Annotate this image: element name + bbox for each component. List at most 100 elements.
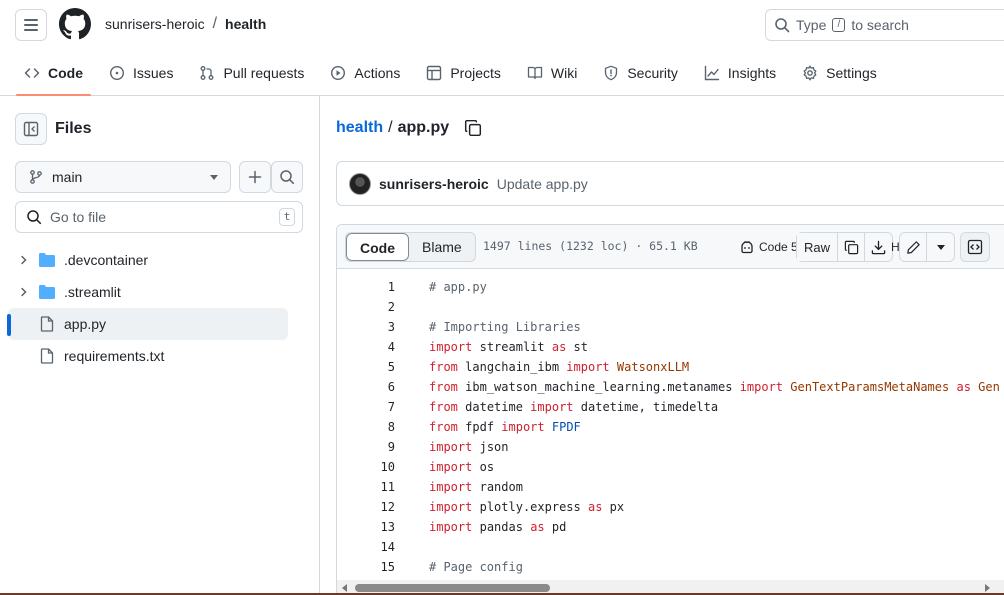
search-input[interactable]: Type / to search — [765, 9, 1004, 41]
chevron-right-icon[interactable] — [16, 254, 32, 266]
pencil-icon — [906, 240, 920, 254]
repo-name-link[interactable]: health — [225, 16, 266, 32]
book-icon — [527, 66, 543, 80]
line-number[interactable]: 9 — [337, 440, 395, 454]
tab-actions[interactable]: Actions — [322, 58, 408, 88]
symbols-panel-button[interactable] — [960, 232, 990, 262]
tab-insights[interactable]: Insights — [696, 58, 784, 88]
raw-button[interactable]: Raw — [797, 233, 838, 261]
line-number[interactable]: 11 — [337, 480, 395, 494]
hamburger-icon — [24, 19, 38, 21]
line-number[interactable]: 1 — [337, 280, 395, 294]
go-to-file-input[interactable]: Go to file t — [15, 201, 303, 233]
line-number[interactable]: 12 — [337, 500, 395, 514]
folder-icon — [38, 252, 56, 268]
scroll-right-arrow-icon[interactable] — [985, 584, 990, 592]
tab-code[interactable]: Code — [16, 58, 91, 96]
line-number[interactable]: 13 — [337, 520, 395, 534]
line-content: # Page config — [429, 560, 523, 574]
code-lines: 1 # app.py 2 3 # Importing Libraries 4 impo… — [337, 277, 1004, 577]
repo-owner-link[interactable]: sunrisers-heroic — [105, 16, 205, 32]
line-content: from ibm_watson_machine_learning.metanam… — [429, 380, 1000, 394]
search-shortcut-key: / — [832, 18, 846, 32]
edit-options-button[interactable] — [927, 233, 954, 261]
issue-icon — [109, 65, 125, 81]
commit-message-link[interactable]: Update app.py — [497, 176, 588, 192]
path-root-link[interactable]: health — [336, 119, 383, 137]
chevron-down-icon — [936, 244, 945, 250]
code-line: 4 import streamlit as st — [337, 337, 1004, 357]
tab-insights-label: Insights — [727, 65, 777, 81]
code-icon — [24, 68, 40, 78]
file-icon — [38, 348, 56, 364]
code-line: 6 from ibm_watson_machine_learning.metana… — [337, 377, 1004, 397]
line-content: import plotly.express as px — [429, 500, 625, 514]
collapse-sidebar-button[interactable] — [15, 113, 47, 145]
edit-file-button[interactable] — [900, 233, 927, 261]
chevron-right-icon[interactable] — [16, 286, 32, 298]
github-logo-icon[interactable] — [59, 8, 91, 40]
latest-commit-bar: sunrisers-heroic Update app.py — [336, 161, 1004, 206]
line-number[interactable]: 6 — [337, 380, 395, 394]
file-icon — [38, 316, 56, 332]
code-line: 2 — [337, 297, 1004, 317]
add-file-button[interactable] — [239, 161, 271, 193]
download-button[interactable] — [865, 233, 892, 261]
branch-icon — [30, 170, 42, 184]
code-55-button[interactable]: Code 5 — [739, 239, 798, 255]
gear-icon — [803, 65, 817, 81]
scroll-left-arrow-icon[interactable] — [342, 584, 347, 592]
repo-nav-tabs: Code Issues Pull requests Actions Projec… — [16, 58, 895, 96]
download-icon — [871, 240, 886, 254]
branch-selector[interactable]: main — [15, 161, 231, 193]
code-view-button[interactable]: Code — [346, 233, 409, 261]
commit-author-link[interactable]: sunrisers-heroic — [379, 176, 489, 192]
table-icon — [427, 65, 442, 81]
tab-pull-requests[interactable]: Pull requests — [191, 58, 312, 88]
tree-item-app-py[interactable]: app.py — [7, 308, 288, 340]
tab-issues[interactable]: Issues — [101, 58, 181, 88]
tree-item-streamlit[interactable]: .streamlit — [8, 276, 298, 308]
line-number[interactable]: 7 — [337, 400, 395, 414]
repo-header: sunrisers-heroic / health Type / to sear… — [0, 0, 1004, 96]
go-to-file-shortcut: t — [279, 208, 295, 226]
line-number[interactable]: 4 — [337, 340, 395, 354]
line-content: from datetime import datetime, timedelta — [429, 400, 719, 414]
tree-item-label: .streamlit — [64, 284, 121, 300]
line-content: # Importing Libraries — [429, 320, 581, 334]
menu-button[interactable] — [15, 9, 47, 41]
shield-icon — [605, 65, 618, 81]
sidebar-collapse-icon — [23, 121, 39, 137]
line-number[interactable]: 8 — [337, 420, 395, 434]
tree-item-devcontainer[interactable]: .devcontainer — [8, 244, 298, 276]
copy-path-button[interactable] — [464, 119, 482, 137]
tab-settings[interactable]: Settings — [794, 58, 885, 88]
tab-issues-label: Issues — [133, 65, 174, 81]
line-number[interactable]: 14 — [337, 540, 395, 554]
line-number[interactable]: 3 — [337, 320, 395, 334]
tab-security[interactable]: Security — [595, 58, 686, 88]
avatar[interactable] — [349, 172, 371, 195]
search-suffix: to search — [851, 17, 909, 33]
code-line: 5 from langchain_ibm import WatsonxLLM — [337, 357, 1004, 377]
search-files-button[interactable] — [271, 161, 303, 193]
line-number[interactable]: 15 — [337, 560, 395, 574]
view-mode-toggle: Code Blame — [345, 232, 476, 262]
blame-view-button[interactable]: Blame — [409, 233, 475, 261]
plus-icon — [248, 170, 262, 184]
line-number[interactable]: 5 — [337, 360, 395, 374]
search-prefix: Type — [796, 17, 827, 33]
line-number[interactable]: 2 — [337, 300, 395, 314]
graph-icon — [704, 65, 720, 81]
line-number[interactable]: 10 — [337, 460, 395, 474]
tab-wiki[interactable]: Wiki — [519, 58, 585, 88]
tree-item-requirements[interactable]: requirements.txt — [8, 340, 298, 372]
chevron-down-icon — [210, 174, 218, 180]
copy-raw-button[interactable] — [838, 233, 865, 261]
scrollbar-thumb[interactable] — [355, 584, 550, 592]
tab-projects[interactable]: Projects — [418, 58, 509, 88]
branch-name: main — [52, 169, 83, 185]
file-tree-sidebar: Files main Go to file t .devcontainer .s… — [0, 96, 320, 595]
file-tree: .devcontainer .streamlit app.py requirem… — [7, 244, 298, 372]
code-viewer-header: Code Blame 1497 lines (1232 loc) · 65.1 … — [337, 225, 1004, 269]
